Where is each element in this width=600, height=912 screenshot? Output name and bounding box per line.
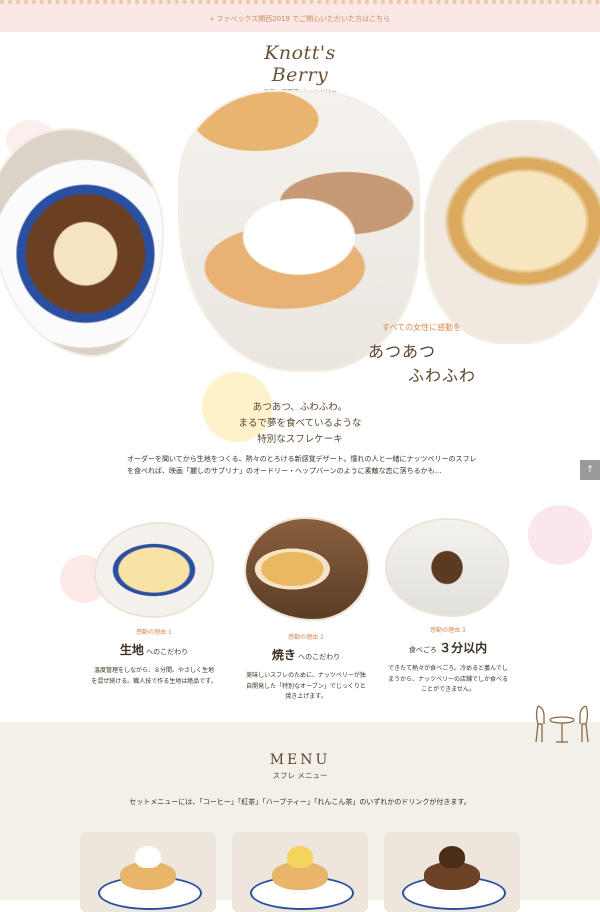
hero-pretitle: すべての女性に感動を: [382, 323, 462, 332]
menu-heading: MENU: [269, 752, 331, 768]
reason-2: 感動の理由 2 焼き へのこだわり 美味しいスフレのために、ナッツベリーが独 自開…: [236, 632, 376, 703]
cafe-table-chairs-icon: [535, 705, 589, 743]
menu-item-card[interactable]: [80, 832, 216, 912]
reason-title: 食べごろ ３分以内: [408, 641, 488, 655]
menu-subheading: スフレ メニュー: [272, 771, 328, 780]
announcement-bar: » ファベックス関西2019 でご関心いただいた方はこちら: [0, 0, 600, 32]
reason-text: 温度管理をしながら、８分間、やさしく生地 を混ぜ続ける。職人技で作る生地は絶品です…: [91, 667, 217, 685]
souffle-spoon-photo: [426, 122, 600, 342]
back-to-top-button[interactable]: ↑: [580, 460, 600, 480]
pink-watercolor-spot: [528, 505, 592, 565]
reason-text: できたて熱々が食べごろ。冷めると萎んでし まうから、ナッツベリーの店舗でしか食べる…: [387, 665, 508, 693]
reason-3: 感動の理由 3 食べごろ ３分以内 できたて熱々が食べごろ。冷めると萎んでし まう…: [378, 625, 518, 696]
intro-line: 特別なスフレケーキ: [257, 434, 343, 445]
intro-line: あつあつ、ふわふわ。: [252, 402, 348, 413]
whipped-cream: [135, 846, 161, 868]
fruit-topping: [287, 846, 313, 868]
reason-1-photo: [96, 524, 212, 616]
reason-2-photo: [246, 519, 368, 619]
fabex-link[interactable]: » ファベックス関西2019 でご関心いただいた方はこちら: [0, 14, 600, 24]
menu-item-card[interactable]: [384, 832, 520, 912]
hero-intro: あつあつ、ふわふわ。 まるで夢を食べているような 特別なスフレケーキ: [0, 400, 600, 448]
reason-text: 美味しいスフレのために、ナッツベリーが独 自開発した「特別なオーブン」でじっくりと…: [246, 672, 366, 700]
menu-item-card[interactable]: [232, 832, 368, 912]
chocolate-souffle-photo: [0, 130, 162, 355]
reason-label: 感動の理由 2: [288, 634, 324, 641]
reason-3-photo: [387, 520, 507, 615]
chocolate-topping: [439, 846, 465, 868]
site-logo[interactable]: Knott's Berry スフレ専門店 ナッツベリー: [240, 42, 360, 96]
reason-1: 感動の理由 1 生地 へのこだわり 温度管理をしながら、８分間、やさしく生地 を混…: [84, 627, 224, 687]
intro-line: まるで夢を食べているような: [238, 418, 362, 429]
hero-title-line1: あつあつ: [368, 342, 437, 361]
logo-name: Knott's Berry: [264, 42, 336, 86]
reason-title: 生地 へのこだわり: [119, 643, 189, 657]
menu-note: セットメニューには、「コーヒー」「紅茶」「ハーブティー」「れんこん茶」のいずれか…: [129, 798, 471, 806]
reason-label: 感動の理由 1: [136, 629, 172, 636]
arrow-up-icon: ↑: [586, 465, 594, 475]
hero-title-line2: ふわふわ: [408, 366, 477, 385]
reason-label: 感動の理由 3: [430, 627, 466, 634]
reason-title: 焼き へのこだわり: [271, 648, 341, 662]
hero-description: オーダーを聞いてから生地をつくる、熱々のとろける新感覚デザート。憧れの人と一緒に…: [127, 455, 477, 475]
